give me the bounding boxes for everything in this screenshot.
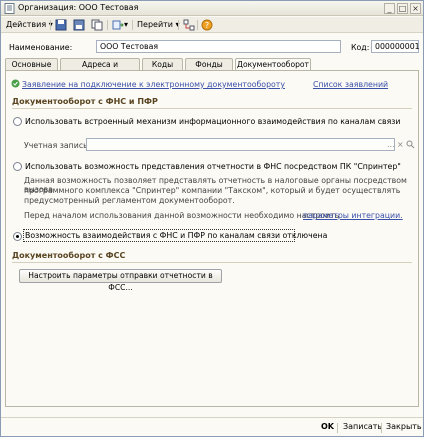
option-builtin-label: Использовать встроенный механизм информа… — [25, 117, 401, 126]
clear-icon[interactable]: × — [397, 140, 404, 149]
document-icon — [4, 3, 15, 14]
save-icon[interactable] — [55, 19, 67, 31]
fss-section-header: Документооборот с ФСС — [12, 251, 126, 260]
actions-menu[interactable]: Действия ▾ — [6, 19, 53, 31]
save-close-icon[interactable] — [73, 19, 85, 31]
help-icon[interactable]: ? — [201, 19, 213, 31]
document-flow-panel: Заявление на подключение к электронному … — [5, 70, 419, 407]
statement-link[interactable]: Заявление на подключение к электронному … — [22, 80, 285, 89]
dropdown-arrow-icon[interactable]: ▾ — [124, 19, 128, 31]
copy-icon[interactable] — [91, 19, 103, 31]
window-title: Организация: ООО Тестовая — [18, 3, 139, 12]
account-label: Учетная запись: — [24, 141, 91, 150]
option-sprinter-label: Использовать возможность представления о… — [25, 162, 401, 171]
organization-window: Организация: ООО Тестовая _ □ × Действия… — [0, 0, 424, 437]
statement-icon — [11, 79, 20, 88]
option-disabled-label: Возможность взаимодействия с ФНС и ПФР п… — [25, 231, 328, 240]
save-button[interactable]: Записать — [343, 422, 382, 431]
option-disabled-radio[interactable] — [13, 232, 22, 241]
close-button[interactable]: Закрыть — [386, 422, 422, 431]
account-field[interactable] — [86, 138, 395, 151]
integration-settings-link[interactable]: параметры интеграции. — [303, 211, 403, 220]
choose-icon[interactable]: … — [387, 140, 395, 149]
option-sprinter-radio[interactable] — [13, 162, 22, 171]
name-field[interactable]: ООО Тестовая — [96, 40, 341, 53]
toolbar: Действия ▾ ▾ Перейти ▾ ? — [1, 17, 423, 33]
search-icon[interactable] — [406, 140, 415, 149]
code-field[interactable]: 000000001 — [371, 40, 420, 53]
divider — [12, 108, 412, 109]
sprinter-description: предусмотренный регламентом документообо… — [24, 196, 235, 205]
sprinter-description: программного комплекса "Спринтер" компан… — [24, 186, 401, 195]
divider — [12, 262, 412, 263]
ok-button[interactable]: OK — [321, 422, 334, 431]
document-flow-icon[interactable] — [112, 19, 124, 31]
integration-text: Перед началом использования данной возмо… — [24, 211, 340, 220]
fss-settings-button[interactable]: Настроить параметры отправки отчетности … — [19, 269, 222, 292]
name-label: Наименование: — [9, 43, 73, 52]
footer-bar: OK Записать Закрыть — [1, 417, 423, 436]
fns-section-header: Документооборот с ФНС и ПФР — [12, 97, 158, 106]
minimize-icon[interactable]: _ — [384, 3, 395, 14]
code-label: Код: — [351, 43, 370, 52]
structure-icon[interactable] — [183, 19, 195, 31]
statements-list-link[interactable]: Список заявлений — [313, 80, 388, 89]
option-builtin-radio[interactable] — [13, 117, 22, 126]
title-bar: Организация: ООО Тестовая _ □ × — [1, 1, 423, 16]
svg-text:?: ? — [205, 21, 209, 30]
close-icon[interactable]: × — [410, 3, 421, 14]
goto-menu[interactable]: Перейти ▾ — [137, 19, 180, 31]
maximize-icon[interactable]: □ — [397, 3, 408, 14]
